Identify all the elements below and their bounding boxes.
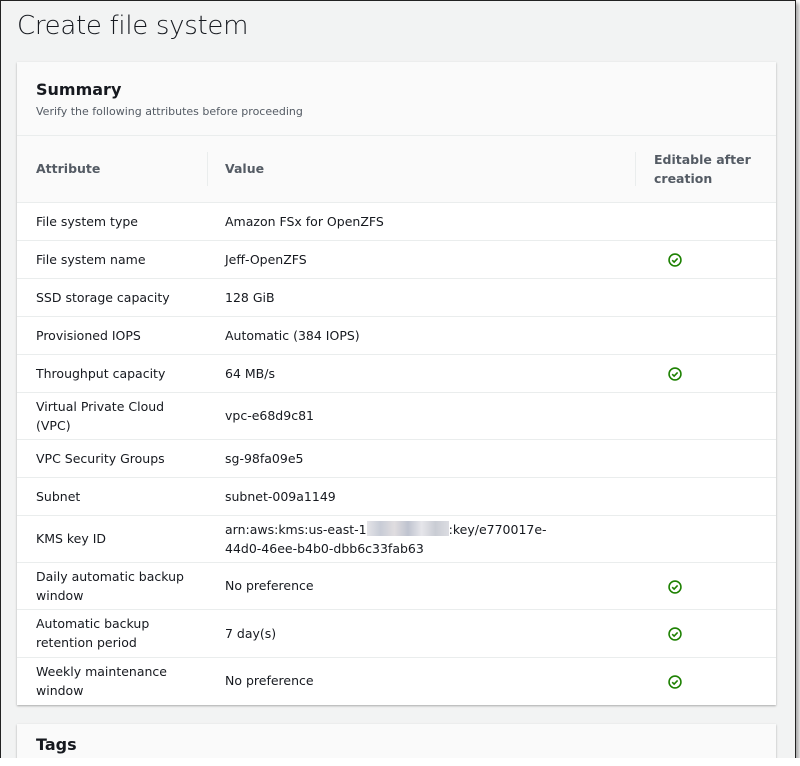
- table-row: Daily automatic backup window No prefere…: [17, 562, 776, 610]
- table-row: Provisioned IOPS Automatic (384 IOPS): [17, 316, 776, 355]
- table-row: VPC Security Groups sg-98fa09e5: [17, 439, 776, 478]
- value-text: Amazon FSx for OpenZFS: [225, 213, 384, 229]
- editable-cell: [635, 477, 776, 516]
- summary-table: Attribute Value Editable after creation …: [17, 136, 776, 704]
- editable-cell: [635, 439, 776, 478]
- summary-header: Summary Verify the following attributes …: [17, 62, 776, 136]
- table-row: SSD storage capacity 128 GiB: [17, 278, 776, 317]
- value-cell: No preference: [207, 562, 635, 610]
- attribute-text: File system type: [36, 213, 138, 229]
- summary-title: Summary: [36, 80, 122, 99]
- value-text: subnet-009a1149: [225, 488, 336, 504]
- value-cell: 128 GiB: [207, 278, 635, 317]
- editable-cell: [635, 354, 776, 393]
- check-circle-icon: [668, 627, 682, 641]
- attribute-text: Automatic backup retention period: [36, 616, 150, 650]
- table-row: Weekly maintenance window No preference: [17, 657, 776, 704]
- tags-panel: Tags: [17, 724, 776, 760]
- attribute-cell: Virtual Private Cloud (VPC): [17, 392, 207, 440]
- editable-cell: [635, 278, 776, 317]
- value-text: Jeff-OpenZFS: [225, 251, 307, 267]
- column-header-value: Value: [207, 136, 635, 203]
- table-row: File system type Amazon FSx for OpenZFS: [17, 202, 776, 241]
- attribute-cell: Automatic backup retention period: [17, 609, 207, 658]
- window: Create file system Summary Verify the fo…: [0, 0, 796, 760]
- editable-cell: [635, 240, 776, 279]
- attribute-text: File system name: [36, 251, 146, 267]
- attribute-cell: Daily automatic backup window: [17, 562, 207, 610]
- attribute-text: VPC Security Groups: [36, 450, 165, 466]
- table-row: Virtual Private Cloud (VPC) vpc-e68d9c81: [17, 392, 776, 440]
- editable-cell: [635, 202, 776, 241]
- attribute-cell: File system name: [17, 240, 207, 279]
- attribute-text: KMS key ID: [36, 531, 107, 546]
- value-cell: 7 day(s): [207, 609, 635, 658]
- attribute-text: Weekly maintenance window: [36, 663, 167, 698]
- value-cell: sg-98fa09e5: [207, 439, 635, 478]
- page-title: Create file system: [17, 11, 249, 41]
- attribute-cell: Subnet: [17, 477, 207, 516]
- editable-cell: [635, 657, 776, 704]
- editable-cell: [635, 392, 776, 440]
- column-header-editable: Editable after creation: [635, 136, 776, 203]
- check-circle-icon: [668, 367, 682, 381]
- value-text: 7 day(s): [225, 625, 277, 641]
- value-prefix: arn:aws:kms:us-east-1: [225, 521, 367, 537]
- check-circle-icon: [668, 675, 682, 689]
- value-cell: subnet-009a1149: [207, 477, 635, 516]
- column-header-attribute: Attribute: [17, 136, 207, 203]
- table-row: KMS key ID arn:aws:kms:us-east-1:key/e77…: [17, 515, 776, 563]
- table-row: File system name Jeff-OpenZFS: [17, 240, 776, 279]
- summary-subtitle: Verify the following attributes before p…: [36, 105, 303, 118]
- column-header-value-label: Value: [225, 161, 265, 177]
- value-cell: 64 MB/s: [207, 354, 635, 393]
- value-cell: arn:aws:kms:us-east-1:key/e770017e-44d0-…: [207, 515, 635, 563]
- attribute-cell: File system type: [17, 202, 207, 241]
- table-row: Throughput capacity 64 MB/s: [17, 354, 776, 393]
- value-cell: Automatic (384 IOPS): [207, 316, 635, 355]
- editable-cell: [635, 515, 776, 563]
- table-row: Subnet subnet-009a1149: [17, 477, 776, 516]
- attribute-text: SSD storage capacity: [36, 289, 170, 305]
- torn-edge: [0, 758, 800, 766]
- redacted-account-id: [366, 520, 449, 536]
- summary-panel: Summary Verify the following attributes …: [17, 62, 776, 705]
- attribute-cell: KMS key ID: [17, 515, 207, 563]
- value-text: 64 MB/s: [225, 365, 275, 381]
- value-text: vpc-e68d9c81: [225, 408, 314, 423]
- table-row: Automatic backup retention period 7 day(…: [17, 609, 776, 658]
- value-cell: No preference: [207, 657, 635, 704]
- tags-title: Tags: [36, 735, 77, 754]
- editable-cell: [635, 562, 776, 610]
- value-text: Automatic (384 IOPS): [225, 327, 360, 343]
- attribute-text: Provisioned IOPS: [36, 327, 141, 343]
- attribute-cell: Weekly maintenance window: [17, 657, 207, 704]
- editable-cell: [635, 316, 776, 355]
- attribute-text: Subnet: [36, 488, 81, 504]
- attribute-text: Virtual Private Cloud (VPC): [36, 398, 165, 433]
- value-text: 128 GiB: [225, 289, 275, 305]
- editable-cell: [635, 609, 776, 658]
- check-circle-icon: [668, 253, 682, 267]
- attribute-cell: Throughput capacity: [17, 354, 207, 393]
- value-text: No preference: [225, 673, 314, 689]
- value-text: No preference: [225, 578, 314, 593]
- value-text: sg-98fa09e5: [225, 450, 304, 466]
- attribute-cell: SSD storage capacity: [17, 278, 207, 317]
- attribute-text: Throughput capacity: [36, 365, 166, 381]
- column-header-editable-label: Editable after creation: [654, 151, 751, 186]
- value-cell: vpc-e68d9c81: [207, 392, 635, 440]
- value-cell: Amazon FSx for OpenZFS: [207, 202, 635, 241]
- attribute-text: Daily automatic backup window: [36, 568, 184, 603]
- check-circle-icon: [668, 579, 682, 594]
- value-cell: Jeff-OpenZFS: [207, 240, 635, 279]
- attribute-cell: VPC Security Groups: [17, 439, 207, 478]
- attribute-cell: Provisioned IOPS: [17, 316, 207, 355]
